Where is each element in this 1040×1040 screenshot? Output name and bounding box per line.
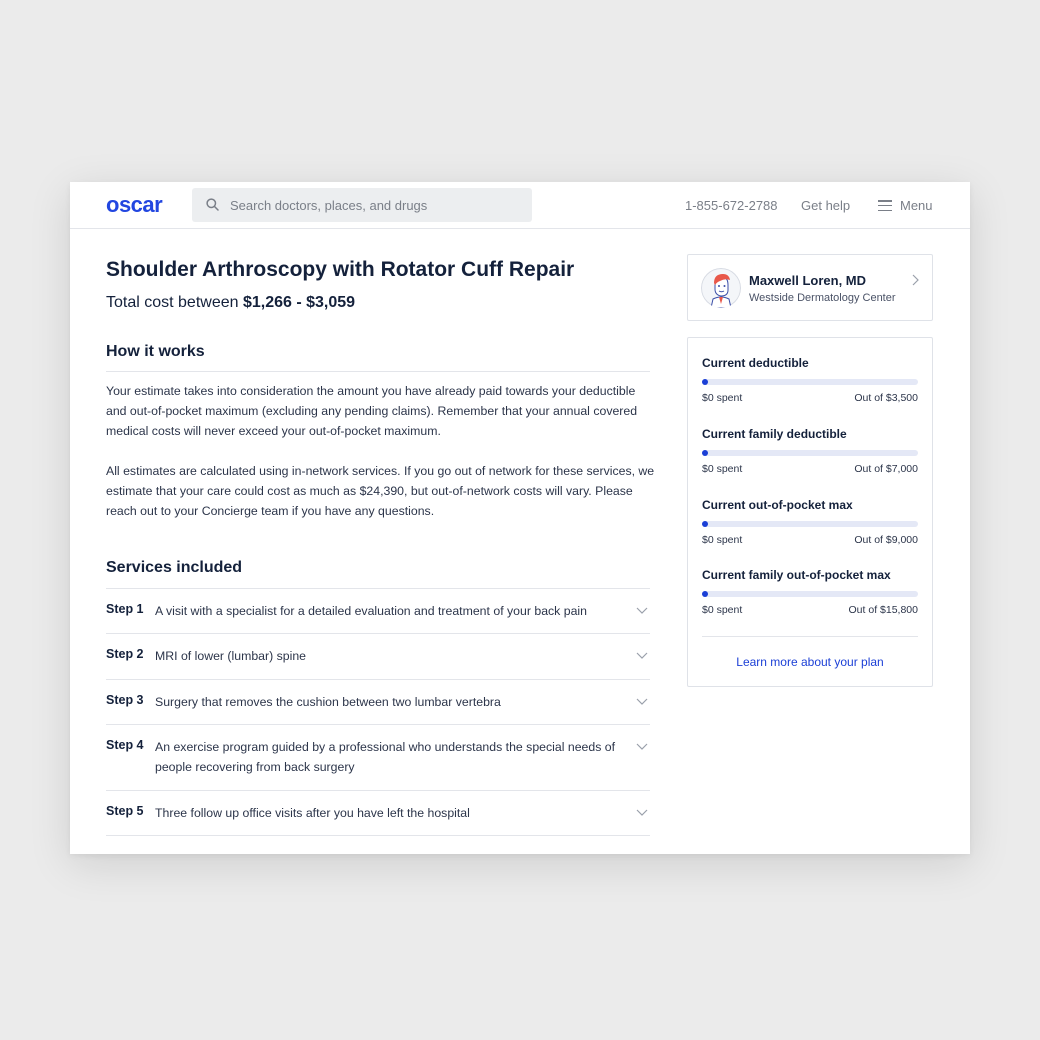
search-input[interactable] [230, 188, 525, 222]
services-included-heading: Services included [106, 559, 243, 576]
service-step-5[interactable]: Step 5 Three follow up office visits aft… [106, 791, 650, 836]
step-description: Three follow up office visits after you … [155, 806, 470, 820]
step-description: MRI of lower (lumbar) spine [155, 649, 307, 663]
step-label: Step 3 [106, 693, 144, 707]
step-label: Step 2 [106, 647, 144, 661]
learn-more-plan-link[interactable]: Learn more about your plan [688, 655, 932, 669]
family-deductible-tracker: Current family deductible $0 spent Out o… [702, 427, 918, 479]
amount-spent: $0 spent [702, 604, 743, 616]
amount-total: Out of $15,800 [848, 604, 918, 616]
step-label: Step 4 [106, 738, 144, 752]
doctor-illustration-icon [701, 268, 741, 308]
amount-spent: $0 spent [702, 534, 743, 546]
total-cost: Total cost between $1,266 - $3,059 [106, 294, 355, 312]
progress-bar [702, 591, 918, 597]
progress-bar-fill [702, 591, 708, 597]
chevron-right-icon [912, 274, 919, 286]
out-of-pocket-max-tracker: Current out-of-pocket max $0 spent Out o… [702, 498, 918, 550]
progress-bar [702, 450, 918, 456]
chevron-down-icon[interactable] [636, 607, 648, 615]
search-icon [206, 198, 219, 211]
search-bar[interactable] [192, 188, 532, 222]
progress-bar [702, 521, 918, 527]
step-description: A visit with a specialist for a detailed… [155, 604, 588, 618]
chevron-down-icon[interactable] [636, 809, 648, 817]
amount-total: Out of $9,000 [854, 534, 918, 546]
step-label: Step 1 [106, 602, 144, 616]
doctor-avatar [701, 268, 741, 308]
progress-bar-fill [702, 379, 708, 385]
menu-button[interactable]: Menu [878, 198, 933, 213]
progress-bar-fill [702, 521, 708, 527]
how-it-works-paragraph-1: Your estimate takes into consideration t… [106, 384, 638, 438]
doctor-name: Maxwell Loren, MD [749, 273, 867, 288]
chevron-down-icon[interactable] [636, 652, 648, 660]
step-description: An exercise program guided by a professi… [155, 740, 616, 774]
top-navigation-bar: oscar 1-855-672-2788 Get help Menu [70, 182, 970, 229]
doctor-practice: Westside Dermatology Center [749, 292, 896, 304]
card-divider [702, 636, 918, 637]
procedure-title: Shoulder Arthroscopy with Rotator Cuff R… [106, 258, 575, 281]
plan-summary-card: Current deductible $0 spent Out of $3,50… [687, 337, 933, 687]
step-label: Step 5 [106, 804, 144, 818]
get-help-link[interactable]: Get help [801, 198, 850, 213]
total-cost-label: Total cost between [106, 294, 243, 311]
phone-number-link[interactable]: 1-855-672-2788 [685, 198, 778, 213]
section-divider [106, 371, 650, 372]
tracker-label: Current family deductible [702, 427, 847, 441]
tracker-label: Current out-of-pocket max [702, 498, 853, 512]
doctor-card[interactable]: Maxwell Loren, MD Westside Dermatology C… [687, 254, 933, 321]
total-cost-range: $1,266 - $3,059 [242, 294, 356, 311]
service-step-2[interactable]: Step 2 MRI of lower (lumbar) spine [106, 634, 650, 680]
hamburger-menu-icon [878, 200, 892, 211]
menu-label: Menu [900, 198, 933, 213]
service-step-4[interactable]: Step 4 An exercise program guided by a p… [106, 725, 650, 791]
chevron-down-icon[interactable] [636, 698, 648, 706]
progress-bar-fill [702, 450, 708, 456]
app-window: oscar 1-855-672-2788 Get help Menu Shoul… [70, 182, 970, 854]
tracker-label: Current deductible [702, 356, 809, 370]
how-it-works-paragraph-2: All estimates are calculated using in-ne… [106, 464, 655, 518]
tracker-label: Current family out-of-pocket max [702, 568, 891, 582]
service-step-1[interactable]: Step 1 A visit with a specialist for a d… [106, 589, 650, 634]
family-out-of-pocket-max-tracker: Current family out-of-pocket max $0 spen… [702, 568, 918, 620]
service-step-3[interactable]: Step 3 Surgery that removes the cushion … [106, 680, 650, 725]
how-it-works-heading: How it works [106, 343, 205, 360]
deductible-tracker: Current deductible $0 spent Out of $3,50… [702, 356, 918, 408]
amount-spent: $0 spent [702, 392, 743, 404]
progress-bar [702, 379, 918, 385]
step-description: Surgery that removes the cushion between… [155, 695, 501, 709]
amount-total: Out of $7,000 [854, 463, 918, 475]
oscar-logo[interactable]: oscar [106, 192, 163, 218]
chevron-down-icon[interactable] [636, 743, 648, 751]
amount-spent: $0 spent [702, 463, 743, 475]
amount-total: Out of $3,500 [854, 392, 918, 404]
